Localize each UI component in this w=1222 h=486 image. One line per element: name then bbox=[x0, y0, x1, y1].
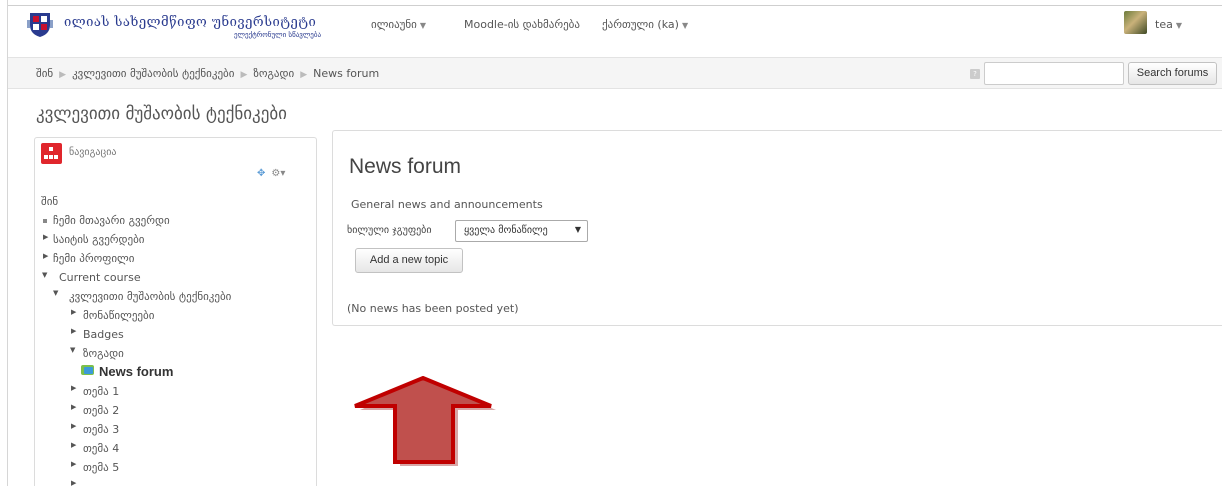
sitemap-icon bbox=[41, 143, 62, 164]
nav-item-general[interactable]: ზოგადი bbox=[83, 347, 124, 360]
help-icon[interactable]: ? bbox=[970, 69, 980, 79]
search-forums-button[interactable]: Search forums bbox=[1128, 62, 1217, 85]
collapsed-arrow-icon[interactable]: ▶ bbox=[71, 441, 76, 449]
top-navbar: ილიას სახელმწიფო უნივერსიტეტი ელექტრონულ… bbox=[8, 5, 1222, 41]
empty-message: (No news has been posted yet) bbox=[347, 302, 519, 315]
nav-item-site-pages[interactable]: საიტის გვერდები bbox=[53, 233, 145, 246]
breadcrumb-home[interactable]: შინ bbox=[36, 67, 53, 80]
menu-language-label: ქართული (ka) bbox=[602, 18, 679, 31]
nav-item-current-course[interactable]: Current course bbox=[59, 271, 141, 284]
chevron-down-icon: ▼ bbox=[419, 21, 427, 30]
chevron-down-icon: ▼ bbox=[681, 21, 689, 30]
breadcrumb-current: News forum bbox=[313, 67, 380, 80]
site-title[interactable]: ილიას სახელმწიფო უნივერსიტეტი bbox=[64, 15, 316, 30]
groups-select-value: ყველა მონაწილე bbox=[464, 225, 548, 236]
page-title: კვლევითი მუშაობის ტექნიკები bbox=[36, 104, 287, 124]
nav-item-course[interactable]: კვლევითი მუშაობის ტექნიკები bbox=[69, 290, 231, 303]
search-input[interactable] bbox=[984, 62, 1124, 85]
forum-title: News forum bbox=[349, 155, 462, 178]
menu-language[interactable]: ქართული (ka) ▼ bbox=[602, 18, 688, 31]
site-subtitle: ელექტრონული სწავლება bbox=[234, 31, 322, 39]
breadcrumb-section[interactable]: ზოგადი bbox=[253, 67, 294, 80]
block-controls: ✥ ⚙▾ bbox=[257, 168, 285, 179]
chevron-down-icon: ▼ bbox=[574, 225, 581, 234]
breadcrumb-separator-icon: ▶ bbox=[59, 70, 67, 80]
page: ილიას სახელმწიფო უნივერსიტეტი ელექტრონულ… bbox=[7, 0, 1222, 486]
collapsed-arrow-icon[interactable]: ▶ bbox=[71, 384, 76, 392]
breadcrumb-bar: შინ ▶ კვლევითი მუშაობის ტექნიკები ▶ ზოგადი ▶ N… bbox=[8, 57, 1222, 89]
add-new-topic-button[interactable]: Add a new topic bbox=[355, 248, 463, 273]
collapsed-arrow-icon[interactable]: ▶ bbox=[71, 460, 76, 468]
forum-description: General news and announcements bbox=[351, 198, 543, 211]
move-icon[interactable]: ✥ bbox=[257, 168, 265, 179]
nav-item-topic-4[interactable]: თემა 4 bbox=[83, 442, 119, 455]
navigation-block: ნავიგაცია ✥ ⚙▾ შინ ჩემი მთავარი გვერდი ▶ … bbox=[34, 137, 317, 486]
groups-select[interactable]: ყველა მონაწილე ▼ bbox=[455, 220, 588, 242]
chevron-down-icon: ▼ bbox=[1175, 21, 1182, 30]
collapsed-arrow-icon[interactable]: ▶ bbox=[71, 422, 76, 430]
nav-item-news-forum[interactable]: News forum bbox=[99, 364, 173, 379]
menu-moodle-help-label: Moodle-ის დახმარება bbox=[464, 18, 580, 31]
menu-iliauni[interactable]: ილიაუნი ▼ bbox=[371, 18, 426, 31]
up-arrow-annotation-icon bbox=[354, 376, 496, 466]
nav-item-badges[interactable]: Badges bbox=[83, 328, 124, 341]
collapsed-arrow-icon[interactable]: ▶ bbox=[71, 327, 76, 335]
university-crest-icon[interactable] bbox=[26, 10, 54, 38]
collapsed-arrow-icon[interactable]: ▶ bbox=[71, 479, 76, 486]
nav-item-topic-3[interactable]: თემა 3 bbox=[83, 423, 119, 436]
bullet-square-icon bbox=[43, 219, 47, 223]
nav-item-topic-5[interactable]: თემა 5 bbox=[83, 461, 119, 474]
nav-item-participants[interactable]: მონაწილეები bbox=[83, 309, 154, 322]
nav-item-dashboard[interactable]: ჩემი მთავარი გვერდი bbox=[53, 214, 170, 227]
collapsed-arrow-icon[interactable]: ▶ bbox=[43, 233, 48, 241]
nav-item-topic-2[interactable]: თემა 2 bbox=[83, 404, 119, 417]
breadcrumb-course[interactable]: კვლევითი მუშაობის ტექნიკები bbox=[72, 67, 234, 80]
collapsed-arrow-icon[interactable]: ▶ bbox=[71, 308, 76, 316]
user-menu[interactable]: tea ▼ bbox=[1155, 18, 1182, 31]
block-title: ნავიგაცია bbox=[69, 147, 117, 158]
main-content: News forum General news and announcement… bbox=[332, 130, 1222, 326]
avatar[interactable] bbox=[1124, 11, 1147, 34]
expanded-arrow-icon[interactable]: ▼ bbox=[42, 271, 47, 279]
nav-item-topic-1[interactable]: თემა 1 bbox=[83, 385, 119, 398]
groups-label: ხილული ჯგუფები bbox=[347, 225, 432, 236]
user-name: tea bbox=[1155, 18, 1173, 31]
forum-icon bbox=[81, 365, 94, 375]
menu-iliauni-label: ილიაუნი bbox=[371, 18, 417, 31]
collapsed-arrow-icon[interactable]: ▶ bbox=[71, 403, 76, 411]
nav-item-home[interactable]: შინ bbox=[41, 195, 58, 208]
collapsed-arrow-icon[interactable]: ▶ bbox=[43, 252, 48, 260]
nav-item-profile[interactable]: ჩემი პროფილი bbox=[53, 252, 134, 265]
expanded-arrow-icon[interactable]: ▼ bbox=[53, 289, 58, 297]
breadcrumb-separator-icon: ▶ bbox=[240, 70, 248, 80]
menu-moodle-help[interactable]: Moodle-ის დახმარება bbox=[464, 18, 580, 31]
breadcrumb-separator-icon: ▶ bbox=[300, 70, 308, 80]
expanded-arrow-icon[interactable]: ▼ bbox=[70, 346, 75, 354]
breadcrumb: შინ ▶ კვლევითი მუშაობის ტექნიკები ▶ ზოგადი ▶ N… bbox=[36, 67, 379, 80]
gear-icon[interactable]: ⚙▾ bbox=[271, 168, 285, 179]
